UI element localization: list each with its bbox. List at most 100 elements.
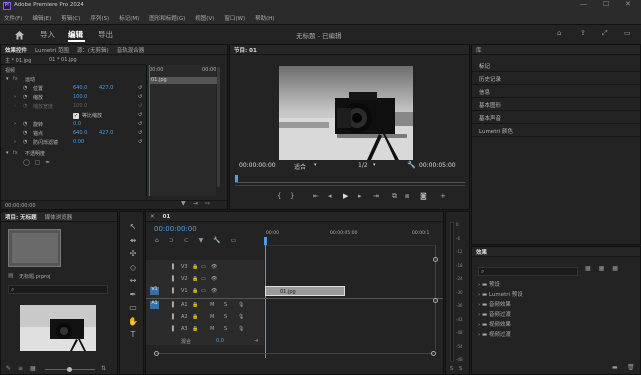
razor-tool-icon[interactable]: ◇ xyxy=(126,261,140,275)
resolution-dropdown[interactable]: 1/2 xyxy=(358,162,368,169)
sort-icon[interactable]: ⇅ xyxy=(101,365,106,372)
menu-view[interactable]: 视图(V) xyxy=(195,14,214,22)
filter-icon[interactable]: ▼ xyxy=(181,201,186,207)
property-row-scale[interactable]: › ◔ 缩放 100.0 ↺ xyxy=(1,94,146,102)
add-button-icon[interactable]: + xyxy=(440,192,446,200)
project-search-field[interactable]: ⌕ xyxy=(8,285,108,294)
project-thumbnail[interactable] xyxy=(8,229,61,267)
reset-icon[interactable]: ↺ xyxy=(138,85,142,91)
yuv-effects-icon[interactable]: ▦ xyxy=(612,265,618,272)
snap-icon[interactable]: ⊃ xyxy=(169,237,174,244)
effects-item-audio-transitions[interactable]: › ▬ 音频过渡 xyxy=(478,310,638,320)
ellipse-mask-icon[interactable]: ◯ xyxy=(23,159,30,166)
mark-in-icon[interactable]: { xyxy=(277,192,281,200)
minimize-button[interactable]: — xyxy=(580,1,587,8)
track-select-tool-icon[interactable]: ⇴ xyxy=(126,234,140,248)
property-value-x[interactable]: 640.0 xyxy=(73,130,87,136)
notifications-icon[interactable]: ▭ xyxy=(624,30,631,37)
tab-effects[interactable]: 效果 xyxy=(476,248,487,256)
step-back-icon[interactable]: ◂ xyxy=(328,192,332,200)
effects-item-video-effects[interactable]: › ▬ 视频效果 xyxy=(478,320,638,330)
tab-project[interactable]: 项目: 无标题 xyxy=(5,213,37,221)
project-clip-preview[interactable] xyxy=(20,305,96,351)
voiceover-mic-icon[interactable]: 🎙 xyxy=(238,326,244,332)
mix-end-icon[interactable]: ⇥ xyxy=(254,338,258,344)
reset-icon[interactable]: ↺ xyxy=(138,121,142,127)
mix-value[interactable]: 0.0 xyxy=(216,338,224,344)
reset-icon[interactable]: ↺ xyxy=(138,103,142,109)
slip-tool-icon[interactable]: ↔ xyxy=(126,274,140,288)
sequence-clip-label[interactable]: 01 * 01.jpg xyxy=(49,57,77,63)
lock-icon[interactable]: 🔒 xyxy=(192,326,198,332)
rectangle-tool-icon[interactable]: ▭ xyxy=(126,301,140,315)
property-value-y[interactable]: 427.0 xyxy=(99,85,113,91)
tab-media-browser[interactable]: 媒体浏览器 xyxy=(45,213,73,221)
maximize-button[interactable]: ☐ xyxy=(603,1,609,8)
pencil-icon[interactable]: ✎ xyxy=(6,365,11,372)
ec-scrollbar[interactable] xyxy=(217,67,220,187)
go-to-in-icon[interactable]: ⇤ xyxy=(313,192,319,200)
sync-icon[interactable]: ▭ xyxy=(201,288,206,294)
solo-button[interactable]: S xyxy=(224,302,227,308)
stopwatch-icon[interactable]: ◔ xyxy=(23,103,27,109)
property-row-scale-width[interactable]: › ◔ 缩放宽度 100.0 ↺ xyxy=(1,103,146,111)
voiceover-mic-icon[interactable]: 🎙 xyxy=(238,314,244,320)
uniform-scale-checkbox[interactable]: ✓ xyxy=(73,113,79,119)
timeline-ruler[interactable]: 00:00 00:00:05:00 00:00:1 xyxy=(264,229,436,246)
track-source-indicator[interactable]: ▌ xyxy=(172,264,176,270)
effects-item-presets[interactable]: › ▬ 预设 xyxy=(478,280,638,290)
lock-icon[interactable]: 🔒 xyxy=(192,276,198,282)
export-icon[interactable]: ⇨ xyxy=(205,201,210,207)
timeline-timecode[interactable]: 00:00:00:00 xyxy=(154,225,197,233)
effects-item-audio-effects[interactable]: › ▬ 音频效果 xyxy=(478,300,638,310)
tab-audio-mixer[interactable]: 音轨混合器 xyxy=(117,46,145,54)
play-icon[interactable]: ▶ xyxy=(343,192,348,200)
reset-icon[interactable]: ↺ xyxy=(138,94,142,100)
track-label[interactable]: A3 xyxy=(181,326,188,332)
track-label[interactable]: A1 xyxy=(181,302,188,308)
menu-clip[interactable]: 剪辑(C) xyxy=(61,14,80,22)
property-value-x[interactable]: 640.0 xyxy=(73,85,87,91)
fit-dropdown[interactable]: 适合 xyxy=(294,162,306,171)
property-row-rotation[interactable]: › ◔ 旋转 0.0 ↺ xyxy=(1,121,146,129)
track-label[interactable]: V2 xyxy=(181,276,188,282)
timeline-clip[interactable]: 01.jpg xyxy=(265,286,345,296)
reset-icon[interactable]: ↺ xyxy=(138,112,142,118)
eye-icon[interactable]: 👁 xyxy=(211,276,217,282)
stopwatch-icon[interactable]: ◔ xyxy=(23,85,27,91)
close-button[interactable]: ✕ xyxy=(625,1,631,8)
mute-button[interactable]: M xyxy=(210,302,214,308)
mute-button[interactable]: M xyxy=(210,314,214,320)
32bit-effects-icon[interactable]: ▦ xyxy=(599,265,605,272)
track-source-indicator[interactable]: ▌ xyxy=(172,326,176,332)
a1-source-patch[interactable]: A1 xyxy=(150,301,159,309)
timeline-playhead-marker[interactable] xyxy=(264,237,267,245)
nest-icon[interactable]: ⌂ xyxy=(155,237,159,244)
property-row-uniform-scale[interactable]: ✓ 等比缩放 ↺ xyxy=(1,112,146,120)
effects-item-lumetri-presets[interactable]: › ▬ Lumetri 预设 xyxy=(478,290,638,300)
reset-icon[interactable]: ↺ xyxy=(138,130,142,136)
home-icon[interactable] xyxy=(14,30,25,40)
property-row-anchor[interactable]: ◔ 锚点 640.0 427.0 ↺ xyxy=(1,130,146,138)
track-source-indicator[interactable]: ▌ xyxy=(172,276,176,282)
track-label[interactable]: V1 xyxy=(181,288,188,294)
share-icon[interactable]: ⇪ xyxy=(580,30,586,37)
menu-help[interactable]: 帮助(H) xyxy=(255,14,274,22)
ec-clip-bar[interactable]: 01.jpg xyxy=(149,77,217,84)
menu-file[interactable]: 文件(F) xyxy=(4,14,22,22)
program-timecode[interactable]: 00:00:00:00 xyxy=(239,162,276,169)
v1-source-patch[interactable]: V1 xyxy=(150,287,159,295)
new-bin-icon[interactable]: ▬ xyxy=(612,365,618,371)
lock-icon[interactable]: 🔒 xyxy=(192,302,198,308)
selection-tool-icon[interactable]: ↖ xyxy=(126,220,140,234)
icon-view-icon[interactable]: ▦ xyxy=(30,365,36,372)
fit-chevron-icon[interactable]: ▾ xyxy=(314,162,317,168)
tab-import[interactable]: 导入 xyxy=(40,29,55,40)
tab-libraries[interactable]: 库 xyxy=(476,46,482,54)
property-value[interactable]: 0.00 xyxy=(73,139,84,145)
panel-item-essential-graphics[interactable]: 基本图形 xyxy=(472,98,640,111)
stopwatch-icon[interactable]: ◔ xyxy=(23,121,27,127)
lock-icon[interactable]: 🔒 xyxy=(192,288,198,294)
program-playhead[interactable] xyxy=(235,175,238,182)
stopwatch-icon[interactable]: ◔ xyxy=(23,139,27,145)
